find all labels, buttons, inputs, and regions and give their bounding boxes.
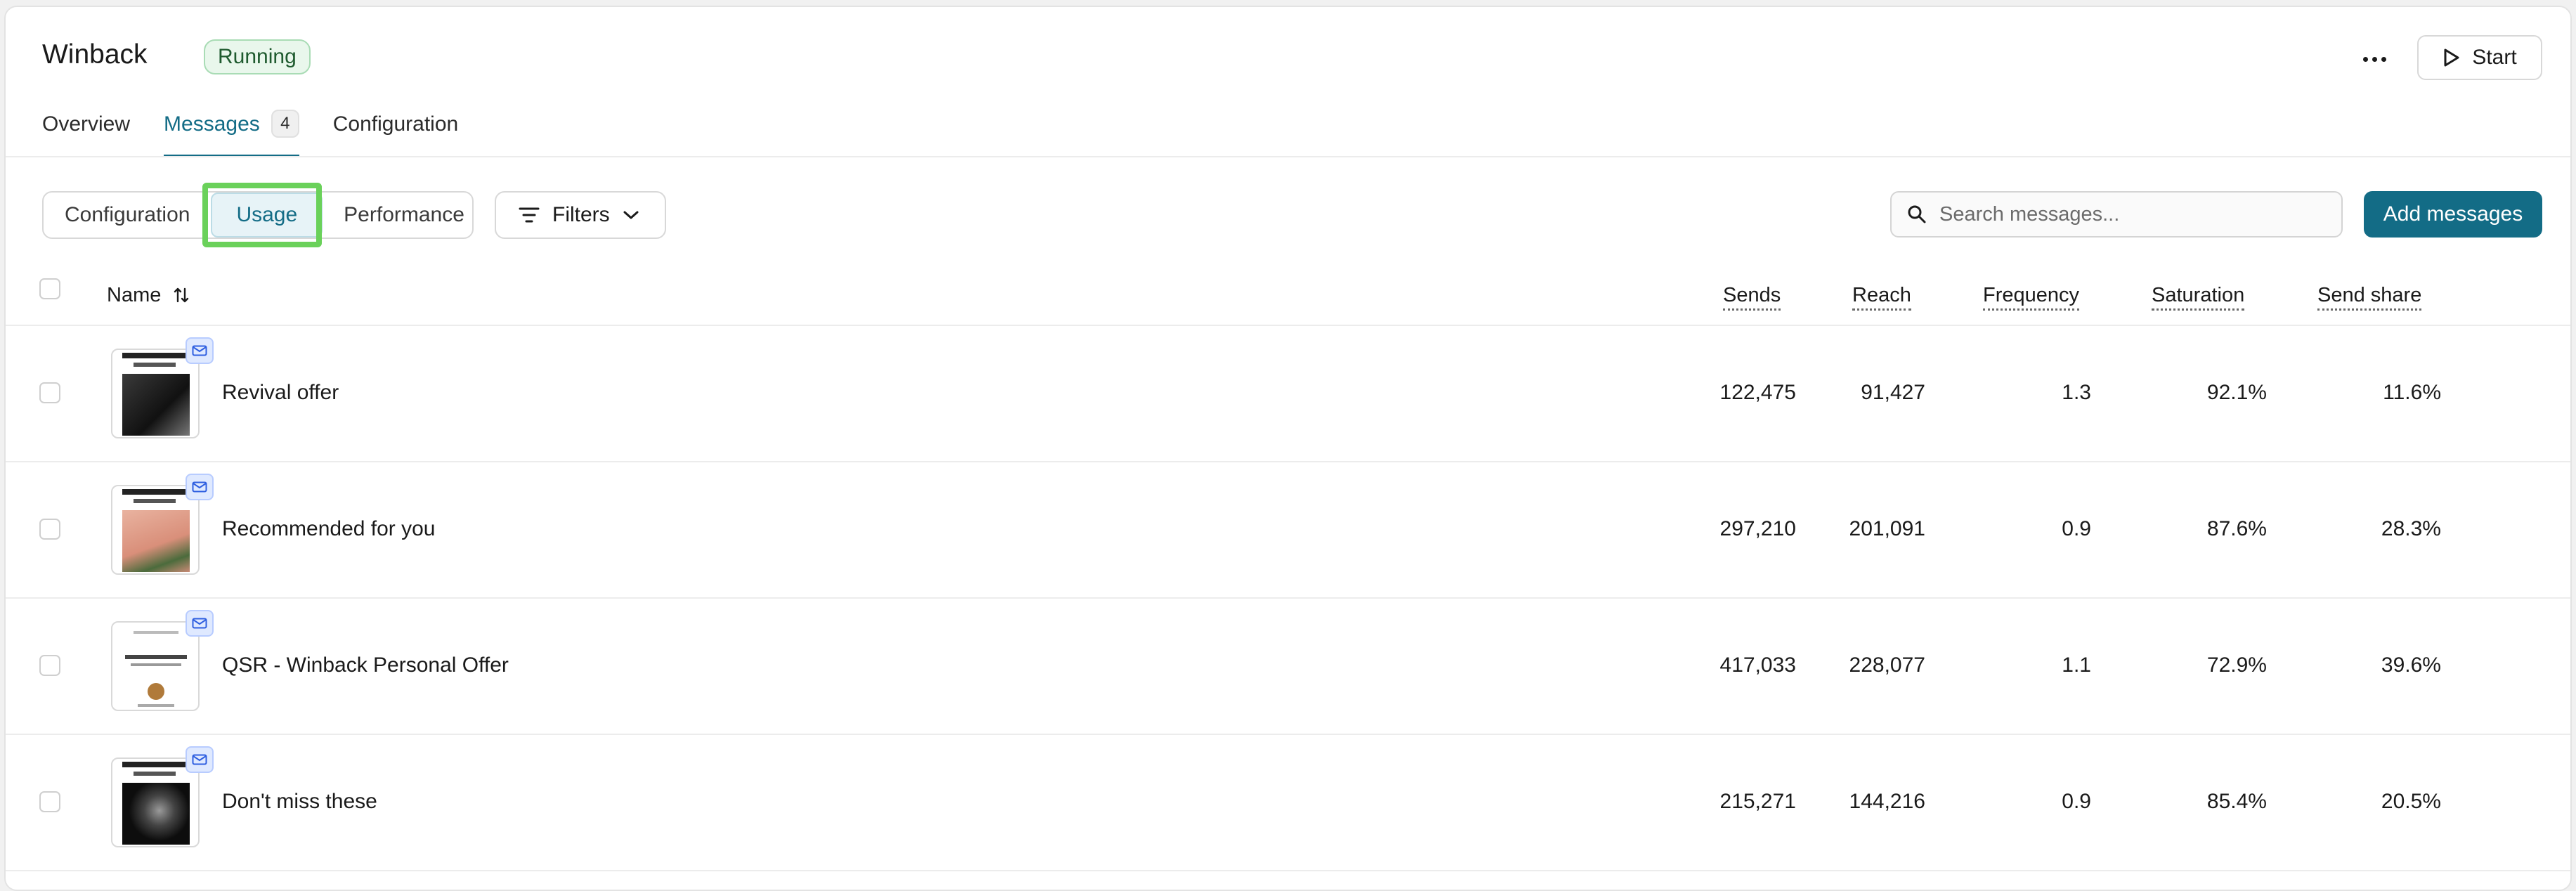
search-icon [1908, 205, 1926, 223]
view-usage[interactable]: Usage [211, 193, 323, 238]
sort-icon[interactable] [172, 286, 190, 304]
reach-value: 144,216 [1849, 790, 1925, 813]
email-icon [186, 746, 214, 773]
chevron-down-icon [623, 211, 639, 219]
column-header-name[interactable]: Name [107, 284, 190, 307]
column-header-send-share[interactable]: Send share [2317, 284, 2422, 311]
row-checkbox[interactable] [39, 382, 60, 403]
table-row[interactable]: Revival offer 122,475 91,427 1.3 92.1% 1… [6, 326, 2570, 461]
add-messages-button[interactable]: Add messages [2364, 191, 2542, 238]
tab-bar: Overview Messages 4 Configuration [42, 110, 458, 157]
filters-button[interactable]: Filters [495, 191, 666, 239]
filters-label: Filters [552, 203, 610, 226]
messages-count-badge: 4 [271, 110, 299, 138]
select-all-checkbox[interactable] [39, 278, 60, 299]
row-divider [6, 870, 2570, 871]
play-icon [2444, 48, 2459, 67]
message-name[interactable]: Revival offer [222, 381, 339, 405]
send-share-value: 20.5% [2381, 790, 2441, 813]
view-switcher: Configuration Usage Performance [42, 191, 474, 239]
start-button[interactable]: Start [2417, 35, 2542, 80]
page-title: Winback [42, 39, 148, 70]
column-header-frequency[interactable]: Frequency [1983, 284, 2080, 311]
column-header-reach[interactable]: Reach [1852, 284, 1911, 311]
search-box [1890, 191, 2343, 238]
sends-value: 417,033 [1719, 653, 1796, 677]
message-name[interactable]: Don't miss these [222, 790, 377, 814]
filter-icon [519, 207, 540, 223]
table-row[interactable]: Recommended for you 297,210 201,091 0.9 … [6, 462, 2570, 597]
email-icon [186, 610, 214, 637]
reach-value: 91,427 [1861, 381, 1925, 404]
tab-overview[interactable]: Overview [42, 112, 130, 157]
sends-value: 215,271 [1719, 790, 1796, 813]
send-share-value: 39.6% [2381, 653, 2441, 677]
column-header-sends[interactable]: Sends [1723, 284, 1781, 311]
message-name[interactable]: Recommended for you [222, 517, 436, 541]
row-checkbox[interactable] [39, 655, 60, 676]
status-badge: Running [204, 39, 311, 74]
frequency-value: 0.9 [2062, 790, 2091, 813]
start-label: Start [2472, 46, 2517, 69]
campaign-panel: Winback Running Start Overview Messages … [4, 6, 2572, 891]
reach-value: 201,091 [1849, 517, 1925, 540]
reach-value: 228,077 [1849, 653, 1925, 677]
sends-value: 122,475 [1719, 381, 1796, 404]
row-checkbox[interactable] [39, 791, 60, 812]
frequency-value: 0.9 [2062, 517, 2091, 540]
saturation-value: 87.6% [2206, 517, 2267, 540]
saturation-value: 85.4% [2206, 790, 2267, 813]
tab-divider [6, 156, 2570, 157]
more-dots-icon [2362, 56, 2368, 62]
email-icon [186, 474, 214, 500]
view-configuration[interactable]: Configuration [44, 193, 211, 238]
table-row[interactable]: QSR - Winback Personal Offer 417,033 228… [6, 599, 2570, 734]
message-name[interactable]: QSR - Winback Personal Offer [222, 653, 509, 677]
sends-value: 297,210 [1719, 517, 1796, 540]
more-options-button[interactable] [2351, 39, 2398, 79]
email-icon [186, 337, 214, 364]
frequency-value: 1.1 [2062, 653, 2091, 677]
saturation-value: 92.1% [2206, 381, 2267, 404]
tab-configuration[interactable]: Configuration [333, 112, 458, 157]
view-performance[interactable]: Performance [323, 193, 486, 238]
tab-messages[interactable]: Messages 4 [164, 110, 299, 157]
row-checkbox[interactable] [39, 519, 60, 540]
saturation-value: 72.9% [2206, 653, 2267, 677]
frequency-value: 1.3 [2062, 381, 2091, 404]
send-share-value: 28.3% [2381, 517, 2441, 540]
send-share-value: 11.6% [2383, 381, 2441, 404]
table-row[interactable]: Don't miss these 215,271 144,216 0.9 85.… [6, 735, 2570, 870]
column-header-saturation[interactable]: Saturation [2152, 284, 2245, 311]
search-input[interactable] [1938, 202, 2334, 227]
